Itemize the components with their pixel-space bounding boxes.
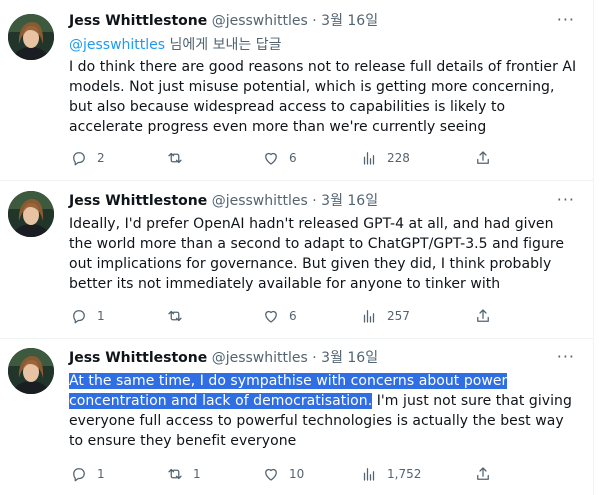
reply-context: @jesswhittles 님에게 보내는 답글: [69, 35, 281, 55]
like-count: 6: [289, 151, 297, 165]
views-count: 257: [387, 309, 410, 323]
reply-count: 1: [97, 467, 105, 481]
tweet-date[interactable]: 3월 16일: [321, 350, 378, 366]
author-name[interactable]: Jess Whittlestone: [69, 193, 207, 209]
views-icon: [363, 468, 375, 481]
separator-dot: ·: [312, 13, 317, 29]
tweet-actions: 2 6 228: [66, 148, 506, 168]
retweet-button[interactable]: 1: [166, 464, 201, 484]
avatar[interactable]: [8, 14, 54, 60]
views-icon: [363, 152, 375, 165]
avatar[interactable]: [8, 191, 54, 237]
tweet-date[interactable]: 3월 16일: [321, 193, 378, 209]
reply-button[interactable]: 1: [70, 464, 105, 484]
views-button[interactable]: 257: [360, 306, 410, 326]
reply-icon: [73, 468, 85, 482]
retweet-icon: [168, 468, 182, 480]
tweet-header: Jess Whittlestone @jesswhittles · 3월 16일: [69, 11, 378, 31]
views-button[interactable]: 1,752: [360, 464, 421, 484]
separator-dot: ·: [312, 350, 317, 366]
reply-mention-link[interactable]: @jesswhittles: [69, 37, 165, 53]
like-icon: [265, 310, 277, 323]
share-icon: [477, 151, 489, 164]
author-handle[interactable]: @jesswhittles: [212, 193, 308, 209]
like-count: 10: [289, 467, 305, 481]
like-count: 6: [289, 309, 297, 323]
avatar[interactable]: [8, 348, 54, 394]
retweet-icon: [168, 310, 182, 322]
tweet-text: Ideally, I'd prefer OpenAI hadn't releas…: [69, 216, 565, 292]
tweet[interactable]: Jess Whittlestone @jesswhittles · 3월 16일…: [0, 180, 593, 338]
share-button[interactable]: [474, 464, 492, 484]
reply-icon: [73, 152, 85, 166]
author-handle[interactable]: @jesswhittles: [212, 350, 308, 366]
share-button[interactable]: [474, 306, 492, 326]
reply-button[interactable]: 2: [70, 148, 105, 168]
retweet-count: 1: [193, 467, 201, 481]
author-name[interactable]: Jess Whittlestone: [69, 13, 207, 29]
more-icon[interactable]: ···: [557, 12, 575, 28]
reply-count: 2: [97, 151, 105, 165]
like-button[interactable]: 6: [262, 148, 297, 168]
tweet-header: Jess Whittlestone @jesswhittles · 3월 16일: [69, 348, 378, 368]
reply-count: 1: [97, 309, 105, 323]
retweet-icon: [168, 152, 182, 164]
views-icon: [363, 310, 375, 323]
tweet-date[interactable]: 3월 16일: [321, 13, 378, 29]
separator-dot: ·: [312, 193, 317, 209]
share-button[interactable]: [474, 148, 492, 168]
tweet-header: Jess Whittlestone @jesswhittles · 3월 16일: [69, 191, 378, 211]
reply-button[interactable]: 1: [70, 306, 105, 326]
like-button[interactable]: 10: [262, 464, 304, 484]
like-icon: [265, 468, 277, 481]
views-count: 1,752: [387, 467, 422, 481]
tweet-actions: 1 6 257: [66, 306, 506, 326]
reply-icon: [73, 310, 85, 324]
retweet-button[interactable]: [166, 306, 193, 326]
tweet-actions: 1 1 10 1,752: [66, 464, 506, 484]
reply-context-label: 님에게 보내는 답글: [165, 37, 282, 53]
views-count: 228: [387, 151, 410, 165]
tweet-text: I do think there are good reasons not to…: [69, 59, 577, 135]
author-handle[interactable]: @jesswhittles: [212, 13, 308, 29]
tweet[interactable]: Jess Whittlestone @jesswhittles · 3월 16일…: [0, 0, 593, 180]
more-icon[interactable]: ···: [557, 192, 575, 208]
share-icon: [477, 309, 489, 322]
share-icon: [477, 467, 489, 480]
views-button[interactable]: 228: [360, 148, 410, 168]
like-icon: [265, 152, 277, 165]
author-name[interactable]: Jess Whittlestone: [69, 350, 207, 366]
tweet-text: At the same time, I do sympathise with c…: [69, 371, 581, 451]
timeline-border: [593, 0, 594, 495]
more-icon[interactable]: ···: [557, 349, 575, 365]
tweet[interactable]: Jess Whittlestone @jesswhittles · 3월 16일…: [0, 338, 593, 495]
retweet-button[interactable]: [166, 148, 193, 168]
like-button[interactable]: 6: [262, 306, 297, 326]
